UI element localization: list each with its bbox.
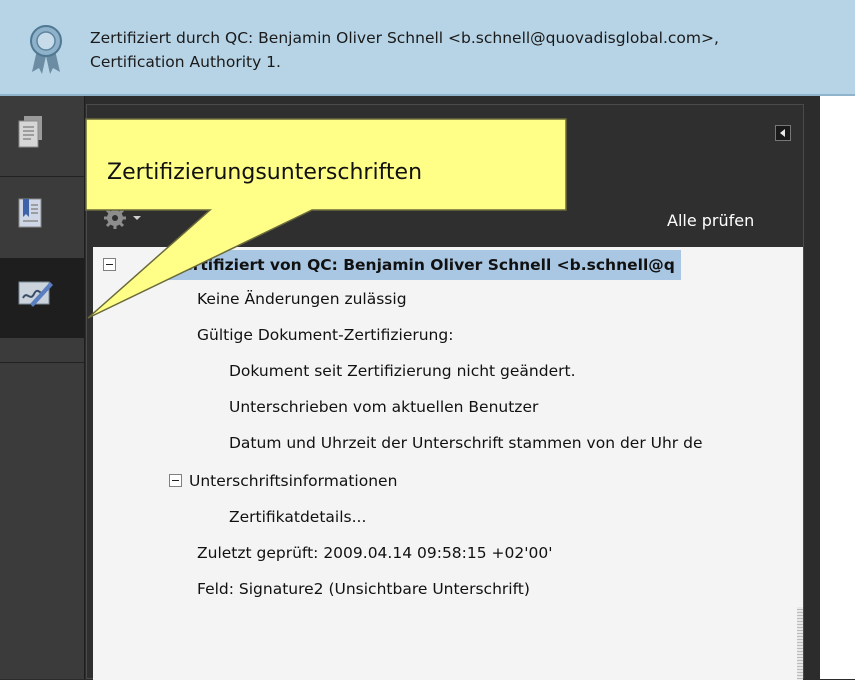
- tree-item-signed-by-current-user[interactable]: Unterschrieben vom aktuellen Benutzer: [229, 392, 538, 422]
- tree-item-signature-info[interactable]: Unterschriftsinformationen: [189, 466, 397, 496]
- signature-pen-icon: [18, 281, 53, 309]
- main-area: Unterschriften Alle prüfen Zertifiziert …: [0, 96, 855, 680]
- panel-header: Unterschriften: [87, 105, 803, 151]
- nav-signatures-button[interactable]: [0, 258, 84, 338]
- tree-item-timestamp-source[interactable]: Datum und Uhrzeit der Unterschrift stamm…: [229, 428, 702, 458]
- bookmarks-icon: [18, 198, 42, 228]
- certification-banner: Zertifiziert durch QC: Benjamin Oliver S…: [0, 0, 855, 96]
- nav-pages-button[interactable]: [0, 96, 84, 176]
- collapse-toggle[interactable]: [169, 474, 182, 487]
- tree-item-no-changes[interactable]: Keine Änderungen zulässig: [197, 284, 407, 314]
- verify-all-button[interactable]: Alle prüfen: [667, 211, 754, 230]
- tree-item-valid-certification[interactable]: Gültige Dokument-Zertifizierung:: [197, 320, 453, 350]
- tree-item-field[interactable]: Feld: Signature2 (Unsichtbare Unterschri…: [197, 574, 530, 604]
- panel-toolbar: Alle prüfen: [87, 195, 803, 239]
- certification-line-2: Certification Authority 1.: [90, 53, 281, 71]
- pages-icon: [18, 116, 42, 148]
- gear-icon[interactable]: [101, 203, 145, 233]
- navigation-pane: [0, 96, 85, 679]
- certificate-ribbon-icon: [30, 25, 62, 74]
- tree-item-certificate-details[interactable]: Zertifikatdetails...: [229, 502, 366, 532]
- signatures-panel: Unterschriften Alle prüfen Zertifiziert …: [86, 104, 804, 680]
- signature-entry[interactable]: Zertifiziert von QC: Benjamin Oliver Sch…: [165, 250, 681, 280]
- nav-bookmarks-button[interactable]: [0, 177, 84, 257]
- scrollbar-grip[interactable]: [797, 607, 803, 680]
- certification-message: Zertifiziert durch QC: Benjamin Oliver S…: [90, 26, 855, 74]
- tree-item-last-checked[interactable]: Zuletzt geprüft: 2009.04.14 09:58:15 +02…: [197, 538, 553, 568]
- collapse-panel-button[interactable]: [775, 125, 791, 141]
- collapse-toggle[interactable]: [103, 258, 116, 271]
- certification-line-1: Zertifiziert durch QC: Benjamin Oliver S…: [90, 29, 719, 47]
- document-area[interactable]: [820, 96, 855, 679]
- nav-divider: [0, 362, 84, 363]
- signature-tree: Zertifiziert von QC: Benjamin Oliver Sch…: [93, 247, 803, 680]
- panel-title: Unterschriften: [99, 121, 231, 140]
- tree-item-not-modified[interactable]: Dokument seit Zertifizierung nicht geänd…: [229, 356, 576, 386]
